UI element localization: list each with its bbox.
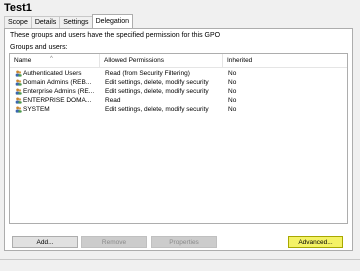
list-item[interactable]: Domain Admins (REB... Edit settings, del… [10, 78, 347, 87]
properties-button[interactable]: Properties [151, 236, 217, 248]
list-item[interactable]: Enterprise Admins (RE... Edit settings, … [10, 87, 347, 96]
row-permission: Read (from Security Filtering) [105, 70, 190, 77]
column-header-name[interactable]: Name ^ [10, 54, 100, 67]
tab-details[interactable]: Details [30, 16, 61, 28]
tab-settings[interactable]: Settings [59, 16, 93, 28]
row-name: Domain Admins (REB... [23, 79, 92, 86]
row-inherited: No [228, 106, 237, 113]
row-permission: Edit settings, delete, modify security [105, 79, 209, 86]
row-inherited: No [228, 97, 237, 104]
row-permission: Edit settings, delete, modify security [105, 88, 209, 95]
listview-header: Name ^ Allowed Permissions Inherited [10, 54, 347, 68]
tab-scope[interactable]: Scope [4, 16, 32, 28]
add-button[interactable]: Add... [12, 236, 78, 248]
user-group-icon [15, 70, 22, 77]
row-name: Enterprise Admins (RE... [23, 88, 95, 95]
list-item[interactable]: ENTERPRISE DOMA... Read No [10, 96, 347, 105]
delegation-description: These groups and users have the specifie… [10, 32, 221, 39]
window-divider [0, 259, 360, 260]
groups-and-users-label: Groups and users: [10, 44, 68, 51]
column-header-permissions[interactable]: Allowed Permissions [100, 54, 223, 67]
sort-ascending-icon: ^ [50, 56, 53, 62]
row-inherited: No [228, 88, 237, 95]
user-group-icon [15, 79, 22, 86]
user-group-icon [15, 106, 22, 113]
row-permission: Read [105, 97, 121, 104]
row-inherited: No [228, 79, 237, 86]
column-name-label: Name [14, 57, 32, 64]
row-permission: Edit settings, delete, modify security [105, 106, 209, 113]
delegation-panel: These groups and users have the specifie… [4, 28, 353, 251]
column-permissions-label: Allowed Permissions [104, 57, 164, 64]
groups-listview[interactable]: Name ^ Allowed Permissions Inherited Aut… [9, 53, 348, 224]
column-header-inherited[interactable]: Inherited [223, 54, 273, 67]
list-item[interactable]: Authenticated Users Read (from Security … [10, 69, 347, 78]
gpo-title: Test1 [4, 2, 32, 14]
row-name: ENTERPRISE DOMA... [23, 97, 92, 104]
user-group-icon [15, 88, 22, 95]
list-item[interactable]: SYSTEM Edit settings, delete, modify sec… [10, 105, 347, 114]
tab-strip: Scope Details Settings Delegation [4, 14, 134, 28]
remove-button[interactable]: Remove [81, 236, 147, 248]
column-inherited-label: Inherited [227, 57, 253, 64]
row-name: SYSTEM [23, 106, 50, 113]
advanced-button[interactable]: Advanced... [288, 236, 343, 248]
tab-delegation[interactable]: Delegation [91, 14, 134, 28]
row-name: Authenticated Users [23, 70, 82, 77]
user-group-icon [15, 97, 22, 104]
row-inherited: No [228, 70, 237, 77]
